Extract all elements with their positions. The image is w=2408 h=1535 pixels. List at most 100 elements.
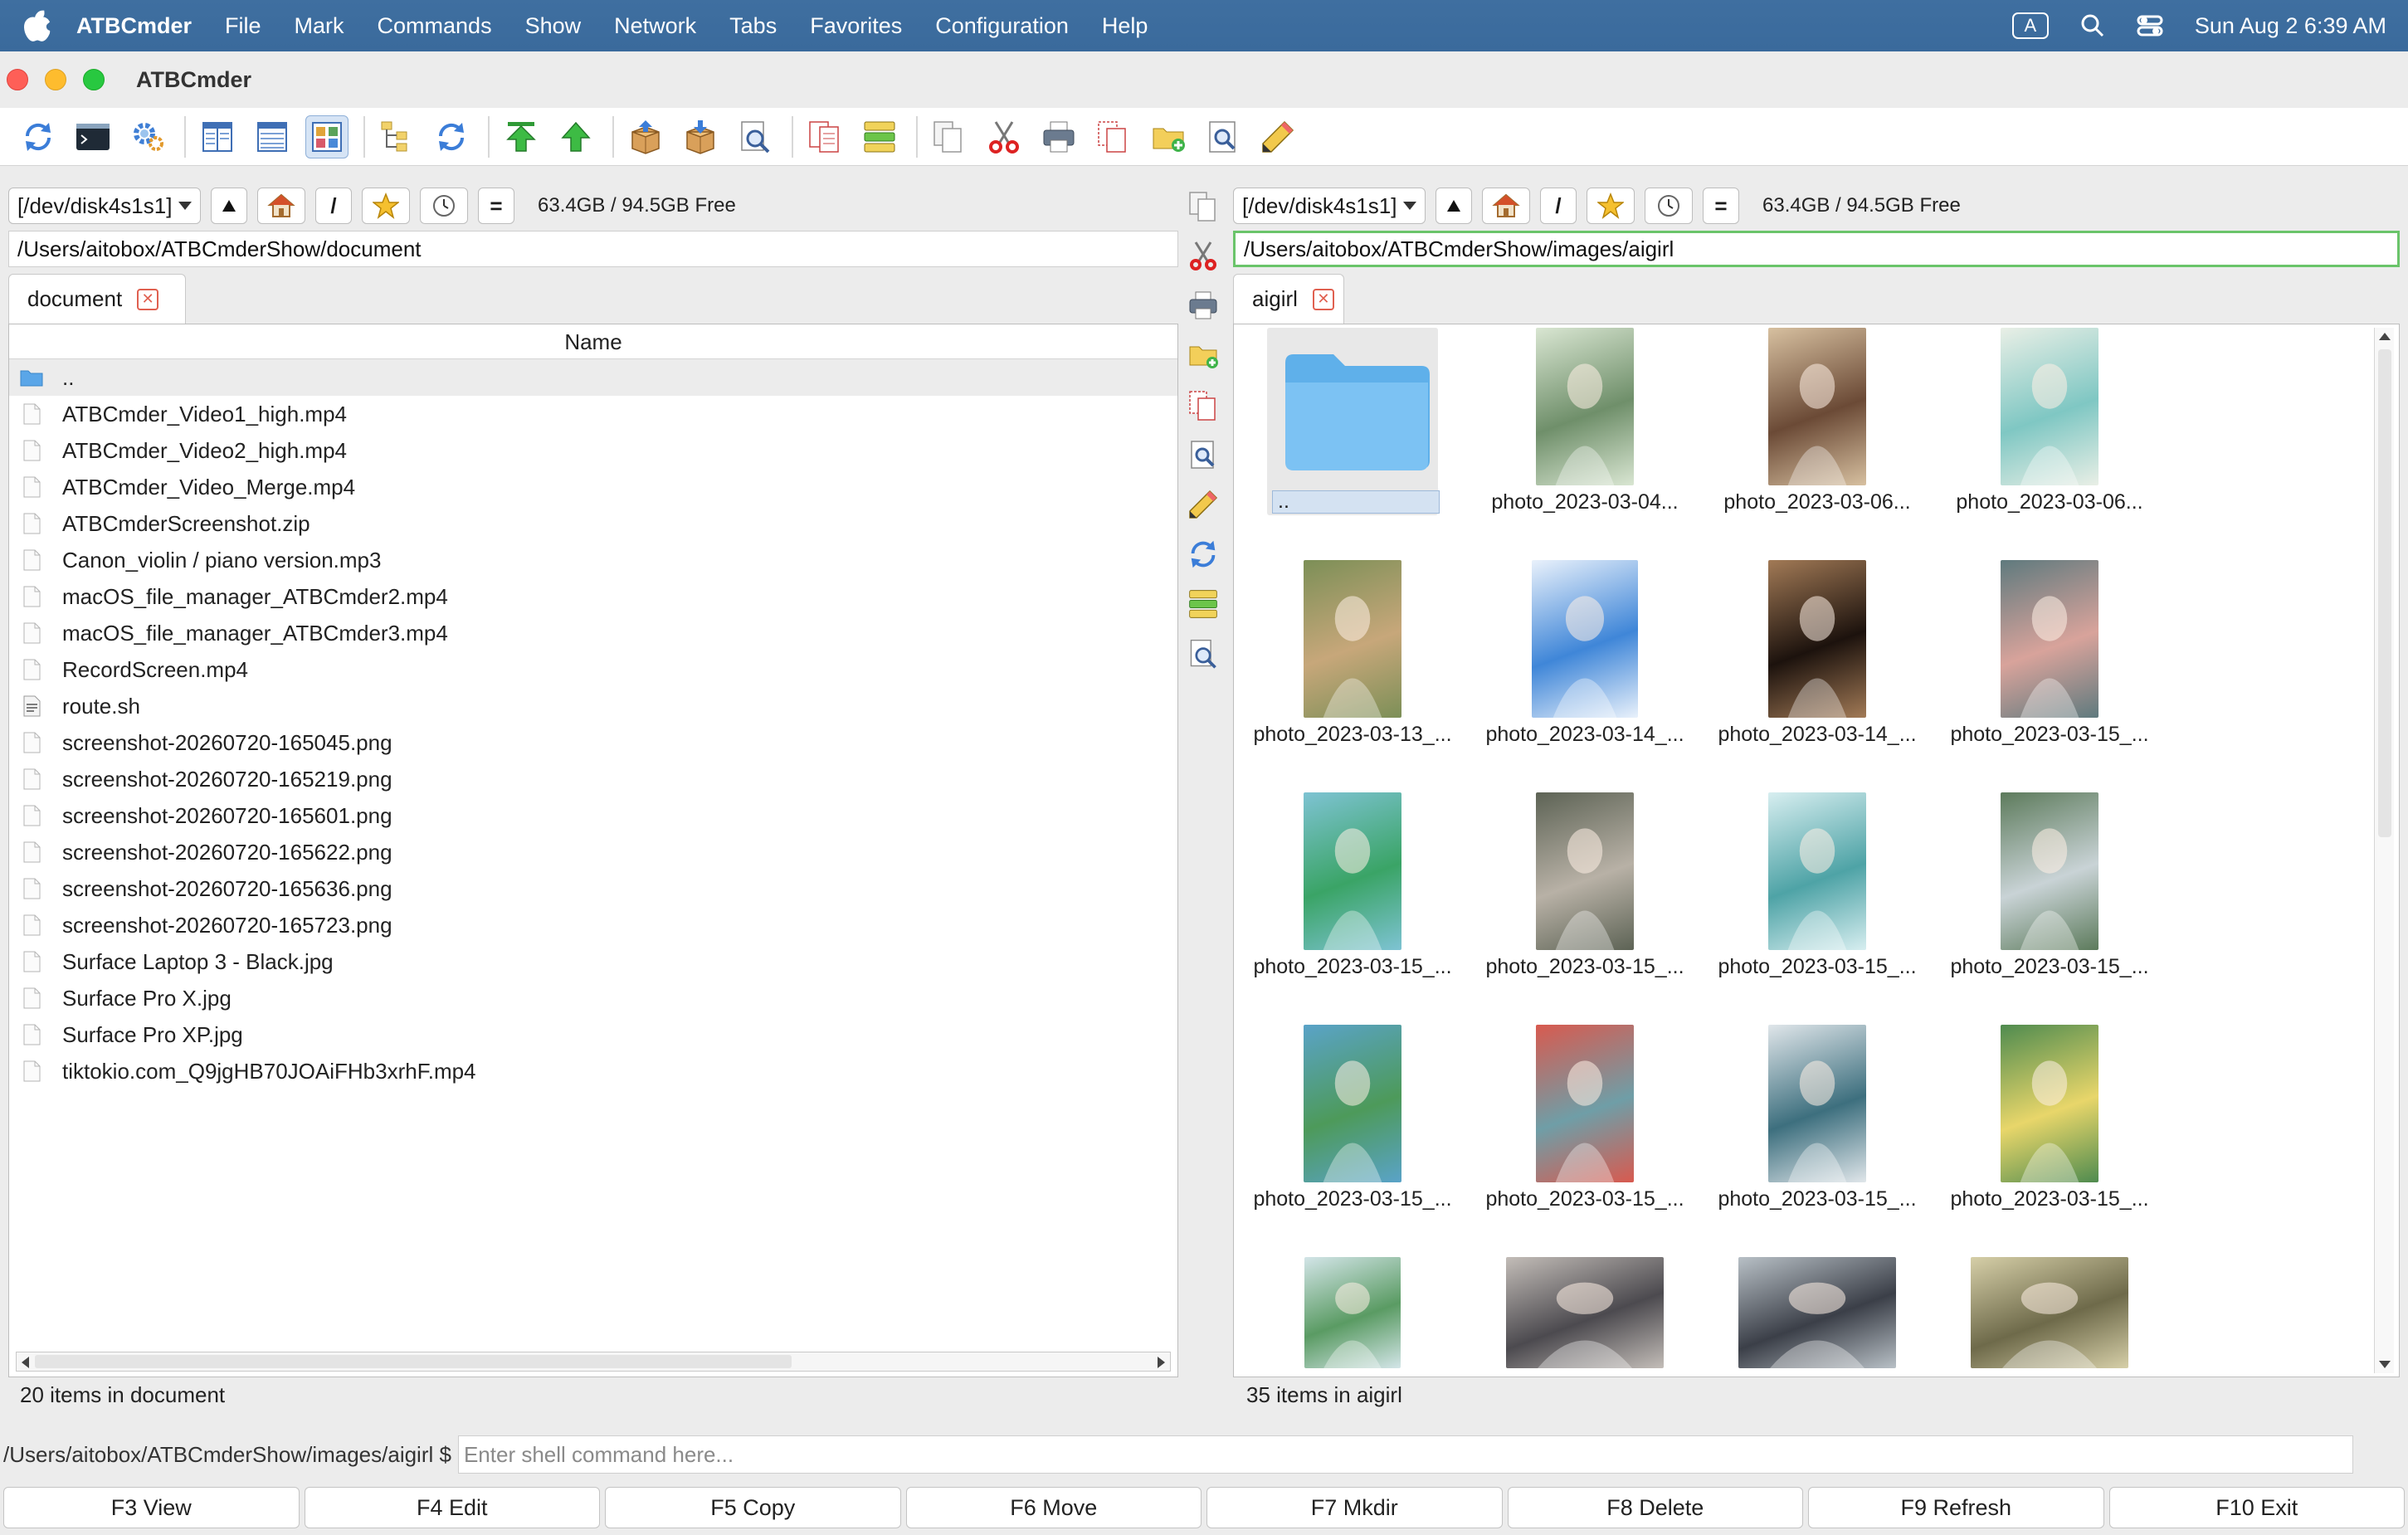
left-drive-select[interactable]: [/dev/disk4s1s1] (8, 188, 201, 224)
mid-copy-button[interactable] (1183, 186, 1223, 226)
right-parent-dir-button[interactable] (1436, 188, 1472, 224)
image-thumbnail[interactable] (1705, 1257, 1929, 1377)
close-window-button[interactable] (7, 69, 28, 90)
right-drive-select[interactable]: [/dev/disk4s1s1] (1233, 188, 1426, 224)
list-item[interactable]: ATBCmderScreenshot.zip (9, 505, 1177, 542)
mid-edit-button[interactable] (1183, 485, 1223, 524)
menu-commands[interactable]: Commands (378, 13, 492, 39)
mid-find-button[interactable] (1183, 634, 1223, 674)
list-item[interactable]: macOS_file_manager_ATBCmder2.mp4 (9, 578, 1177, 615)
image-thumbnail[interactable]: photo_2023-03-15_... (1241, 792, 1465, 992)
mid-rename-button[interactable] (1183, 584, 1223, 624)
list-item[interactable]: screenshot-20260720-165601.png (9, 797, 1177, 834)
menu-help[interactable]: Help (1102, 13, 1148, 39)
right-path-field[interactable]: /Users/aitobox/ATBCmderShow/images/aigir… (1233, 231, 2400, 267)
find-files-button[interactable] (734, 115, 777, 158)
mid-duplicate-button[interactable] (1183, 385, 1223, 425)
f8-delete-button[interactable]: F8 Delete (1507, 1487, 1803, 1528)
image-thumbnail[interactable]: photo_2023-03-13_... (1241, 560, 1465, 759)
image-thumbnail[interactable] (1241, 1257, 1465, 1377)
spotlight-search-icon[interactable] (2080, 13, 2105, 38)
list-item[interactable]: ATBCmder_Video1_high.mp4 (9, 396, 1177, 432)
shell-command-input[interactable] (457, 1435, 2353, 1474)
image-thumbnail[interactable]: photo_2023-03-06... (1938, 328, 2162, 527)
thumbnail-view-button[interactable] (305, 115, 349, 158)
zoom-window-button[interactable] (83, 69, 105, 90)
scroll-left-icon[interactable] (22, 1357, 29, 1368)
parent-folder-thumbnail[interactable]: .. (1241, 328, 1465, 527)
f5-copy-button[interactable]: F5 Copy (605, 1487, 901, 1528)
menu-tabs[interactable]: Tabs (729, 13, 777, 39)
menu-file[interactable]: File (225, 13, 261, 39)
unpack-button[interactable] (679, 115, 722, 158)
menubar-clock[interactable]: Sun Aug 2 6:39 AM (2195, 13, 2386, 39)
scroll-down-icon[interactable] (2379, 1361, 2391, 1368)
list-item[interactable]: tiktokio.com_Q9jgHB70JOAiFHb3xrhF.mp4 (9, 1053, 1177, 1089)
image-thumbnail[interactable] (1938, 1257, 2162, 1377)
list-item[interactable]: .. (9, 359, 1177, 396)
close-tab-icon[interactable]: ✕ (137, 288, 159, 310)
mid-cut-button[interactable] (1183, 236, 1223, 275)
left-favorites-button[interactable] (362, 188, 410, 224)
sync-dirs-button[interactable] (430, 115, 473, 158)
right-root-button[interactable]: / (1540, 188, 1577, 224)
column-header-name[interactable]: Name (9, 324, 1177, 359)
pack-button[interactable] (624, 115, 667, 158)
list-item[interactable]: screenshot-20260720-165636.png (9, 870, 1177, 907)
list-item[interactable]: Surface Pro XP.jpg (9, 1016, 1177, 1053)
menu-mark[interactable]: Mark (295, 13, 344, 39)
edit-file-button[interactable] (1256, 115, 1299, 158)
input-source-indicator[interactable]: A (2011, 12, 2049, 39)
scrollbar-thumb[interactable] (35, 1355, 792, 1368)
left-file-panel[interactable]: Name .. ATBCmder_Video1_high.mp4 ATBCmder_… (8, 324, 1178, 1377)
left-path-field[interactable]: /Users/aitobox/ATBCmderShow/document (8, 231, 1178, 267)
image-thumbnail[interactable] (1473, 1257, 1697, 1377)
f9-refresh-button[interactable]: F9 Refresh (1808, 1487, 2104, 1528)
left-root-button[interactable]: / (315, 188, 352, 224)
list-item[interactable]: screenshot-20260720-165723.png (9, 907, 1177, 943)
cut-button[interactable] (982, 115, 1026, 158)
image-thumbnail[interactable]: photo_2023-03-15_... (1705, 792, 1929, 992)
paste-button[interactable] (1037, 115, 1080, 158)
list-item[interactable]: macOS_file_manager_ATBCmder3.mp4 (9, 615, 1177, 651)
mid-new-folder-button[interactable] (1183, 335, 1223, 375)
left-home-button[interactable] (257, 188, 305, 224)
menu-configuration[interactable]: Configuration (935, 13, 1069, 39)
left-tab-document[interactable]: document ✕ (8, 274, 186, 324)
delete-copy-button[interactable] (1092, 115, 1135, 158)
list-item[interactable]: Surface Laptop 3 - Black.jpg (9, 943, 1177, 980)
menu-network[interactable]: Network (614, 13, 696, 39)
brief-view-button[interactable] (196, 115, 239, 158)
image-thumbnail[interactable]: photo_2023-03-14_... (1705, 560, 1929, 759)
list-item[interactable]: screenshot-20260720-165219.png (9, 761, 1177, 797)
go-top-button[interactable] (500, 115, 543, 158)
list-item[interactable]: ATBCmder_Video_Merge.mp4 (9, 469, 1177, 505)
terminal-button[interactable] (71, 115, 115, 158)
copy-button[interactable] (928, 115, 971, 158)
image-thumbnail[interactable]: photo_2023-03-15_... (1473, 1025, 1697, 1224)
apple-icon[interactable] (22, 9, 55, 42)
left-history-button[interactable] (420, 188, 468, 224)
close-tab-icon[interactable]: ✕ (1312, 288, 1334, 310)
tree-view-button[interactable] (375, 115, 418, 158)
f7-mkdir-button[interactable]: F7 Mkdir (1206, 1487, 1503, 1528)
scrollbar-thumb[interactable] (2378, 349, 2391, 837)
scroll-up-icon[interactable] (2379, 333, 2391, 340)
image-thumbnail[interactable]: photo_2023-03-15_... (1241, 1025, 1465, 1224)
go-up-button[interactable] (554, 115, 597, 158)
image-thumbnail[interactable]: photo_2023-03-15_... (1938, 560, 2162, 759)
view-file-button[interactable] (1202, 115, 1245, 158)
right-vertical-scrollbar[interactable] (2374, 328, 2394, 1373)
list-item[interactable]: screenshot-20260720-165622.png (9, 834, 1177, 870)
list-item[interactable]: route.sh (9, 688, 1177, 724)
f4-edit-button[interactable]: F4 Edit (304, 1487, 600, 1528)
refresh-button[interactable] (17, 115, 60, 158)
right-home-button[interactable] (1482, 188, 1530, 224)
menu-app-name[interactable]: ATBCmder (76, 13, 192, 39)
right-thumbnail-panel[interactable]: .. photo_2023-03-04... photo_2023-03-06...… (1233, 324, 2400, 1377)
control-center-icon[interactable] (2137, 13, 2163, 38)
new-folder-button[interactable] (1147, 115, 1190, 158)
image-thumbnail[interactable]: photo_2023-03-15_... (1705, 1025, 1929, 1224)
settings-button[interactable] (126, 115, 169, 158)
image-thumbnail[interactable]: photo_2023-03-06... (1705, 328, 1929, 527)
